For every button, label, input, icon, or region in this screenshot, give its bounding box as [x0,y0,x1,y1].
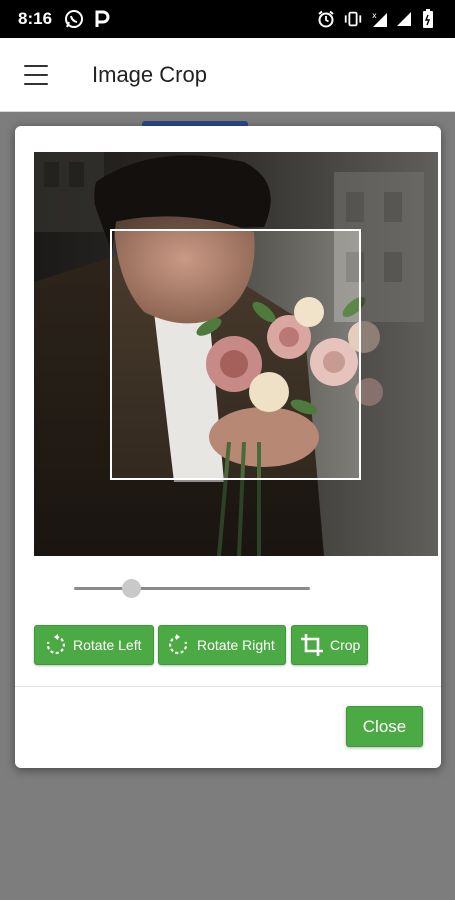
hamburger-menu-icon[interactable] [18,60,54,90]
dialog-divider [15,686,441,687]
vibrate-icon [343,9,363,29]
rotate-right-button[interactable]: Rotate Right [158,625,286,665]
signal-icon: x [370,9,390,29]
crop-button[interactable]: Crop [291,625,368,665]
crop-icon [298,631,326,659]
rotate-left-icon [41,631,69,659]
image-preview [34,152,438,556]
crop-label: Crop [330,637,361,653]
rotate-right-label: Rotate Right [197,637,275,653]
parking-icon [92,9,112,29]
svg-text:x: x [372,11,377,20]
alarm-icon [316,9,336,29]
crop-selection-box[interactable] [110,229,361,480]
status-time: 8:16 [18,9,53,28]
slider-thumb[interactable] [121,579,141,598]
rotate-right-icon [165,631,193,659]
image-crop-dialog: Rotate Left Rotate Right Crop Close [15,126,441,768]
zoom-slider[interactable] [74,578,310,598]
rotate-left-label: Rotate Left [73,637,142,653]
battery-icon [418,9,438,29]
status-bar: 8:16 x [0,0,455,38]
close-button[interactable]: Close [346,706,423,747]
page-title: Image Crop [92,62,207,87]
whatsapp-icon [64,9,84,29]
signal-icon [394,9,414,29]
rotate-left-button[interactable]: Rotate Left [34,625,154,665]
app-bar: Image Crop [0,38,455,112]
slider-track [74,587,310,590]
